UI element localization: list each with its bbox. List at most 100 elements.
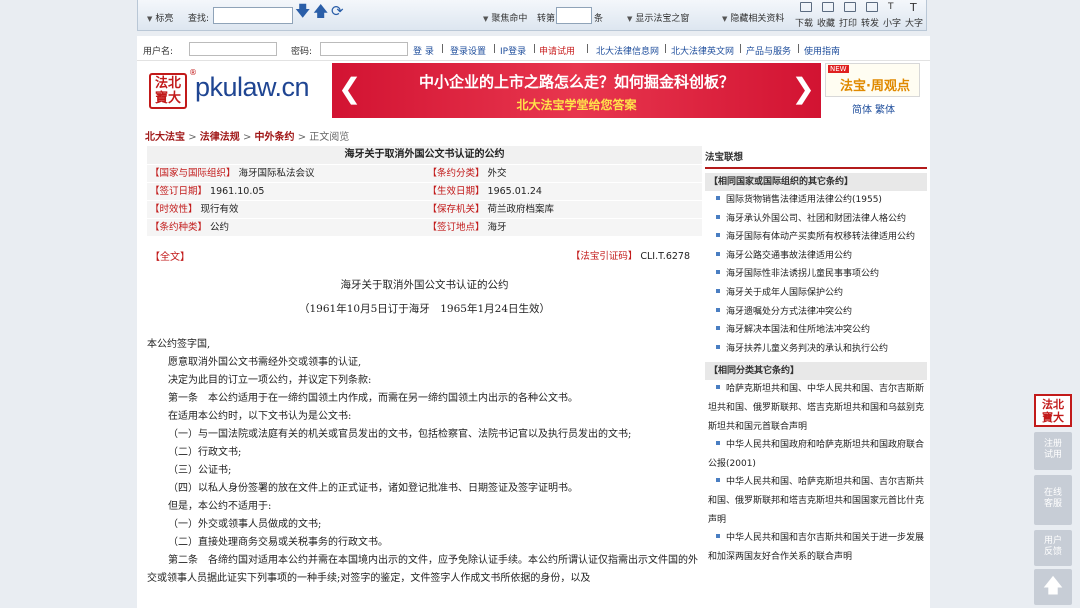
related-treaty-label: 国际货物销售法律适用法律公约(1955) xyxy=(726,195,882,205)
search-label: 查找: xyxy=(188,14,210,24)
breadcrumb-current: 正文阅览 xyxy=(309,132,350,143)
online-service-button[interactable]: 在线 客服 xyxy=(1034,475,1072,525)
jump-input[interactable] xyxy=(556,7,592,24)
divider: | xyxy=(797,44,801,54)
username-label: 用户名: xyxy=(143,47,174,57)
favorite-button[interactable]: 收藏 xyxy=(817,16,835,29)
promo-banner[interactable]: ❮ 中小企业的上市之路怎么走？如何掘金科创板？ 北大法宝学堂给您答案 ❯ xyxy=(332,63,821,118)
print-button[interactable]: 打印 xyxy=(839,16,857,29)
large-font-button[interactable]: 大字 xyxy=(905,16,923,29)
trial-link[interactable]: 申请试用 xyxy=(539,44,575,57)
document-paragraph: （二）行政文书; xyxy=(168,447,242,458)
highlight-toggle[interactable]: ▼ 标亮 xyxy=(147,11,173,24)
print-icon[interactable] xyxy=(844,2,856,12)
back-to-top-icon[interactable]: 🡅 xyxy=(1034,569,1072,605)
related-treaty-label: 海牙关于成年人国际保护公约 xyxy=(726,287,844,298)
related-treaty-label: 海牙公路交通事故法律适用公约 xyxy=(726,250,853,261)
show-window-toggle[interactable]: ▼ 显示法宝之窗 xyxy=(627,11,689,24)
sidebar-sections: 【相同国家或国际组织的其它条约】国际货物销售法律适用法律公约(1955) 海牙承认… xyxy=(705,173,927,566)
document-paragraph: （二）直接处理商务交易或关税事务的行政文书。 xyxy=(168,537,388,548)
breadcrumb-item-home[interactable]: 北大法宝 xyxy=(145,132,185,143)
simplified-chinese-link[interactable]: 简体 xyxy=(852,101,872,116)
related-treaty-label: 中华人民共和国和吉尔吉斯共和国关于进一步发展和加深两国友好合作关系的联合声明 xyxy=(708,533,925,562)
breadcrumb-item-treaties[interactable]: 中外条约 xyxy=(255,132,295,143)
traditional-chinese-link[interactable]: 繁体 xyxy=(875,101,895,116)
password-input[interactable] xyxy=(320,42,408,56)
pkulaw-logo-text[interactable]: pkulaw.cn xyxy=(195,72,310,103)
body-title: 海牙关于取消外国公文书认证的公约 xyxy=(340,279,509,291)
search-up-icon[interactable]: 🡅 xyxy=(313,3,328,19)
pkulaw-float-seal[interactable]: 法北 寶大 xyxy=(1034,394,1072,427)
meta-cell: 【生效日期】 1965.01.24 xyxy=(427,186,542,197)
related-treaty-label: 海牙国际有体动产买卖所有权移转法律适用公约 xyxy=(726,232,916,243)
search-down-icon[interactable]: 🡇 xyxy=(295,3,310,19)
document-paragraph: （四）以私人身份签署的放在文件上的正式证书，诸如登记批准书、日期签证及签字证明书… xyxy=(168,483,578,494)
related-treaty-link[interactable]: 哈萨克斯坦共和国、中华人民共和国、吉尔吉斯斯坦共和国、俄罗斯联邦、塔吉克斯坦共和… xyxy=(705,380,927,436)
download-icon[interactable] xyxy=(800,2,812,12)
meta-row: 【签订日期】 1961.10.05 【生效日期】 1965.01.24 xyxy=(147,183,702,201)
small-font-button[interactable]: 小字 xyxy=(883,16,901,29)
chevron-down-icon: ▼ xyxy=(147,15,153,23)
related-treaty-link[interactable]: 海牙关于成年人国际保护公约 xyxy=(705,284,927,303)
related-treaty-link[interactable]: 海牙承认外国公司、社团和财团法律人格公约 xyxy=(705,210,927,229)
refresh-icon[interactable]: ⟳ xyxy=(331,3,344,19)
document-paragraph: （一）与一国法院或法庭有关的机关或官员发出的文书，包括检察官、法院书记官以及执行… xyxy=(168,429,632,440)
breadcrumb-item-laws[interactable]: 法律法规 xyxy=(200,132,240,143)
related-treaty-link[interactable]: 海牙公路交通事故法律适用公约 xyxy=(705,247,927,266)
related-treaty-link[interactable]: 中华人民共和国和吉尔吉斯共和国关于进一步发展和加深两国友好合作关系的联合声明 xyxy=(705,529,927,566)
hide-related-toggle[interactable]: ▼ 隐藏相关资料 xyxy=(722,11,784,24)
document-paragraph: （一）外交或领事人员做成的文书; xyxy=(168,519,322,530)
document-paragraph: 愿意取消外国公文书需经外交或领事的认证, xyxy=(168,357,362,368)
chevron-down-icon: ▼ xyxy=(483,15,489,23)
small-font-icon: T xyxy=(888,2,894,12)
document-body: 本公约签字国, 愿意取消外国公文书需经外交或领事的认证, 决定为此目的订立一项公约，… xyxy=(147,336,702,588)
forward-button[interactable]: 转发 xyxy=(861,16,879,29)
favorite-icon[interactable] xyxy=(822,2,834,12)
password-label: 密码: xyxy=(291,47,313,57)
meta-cell: 【条约种类】 公约 xyxy=(150,222,230,233)
meta-cell: 【国家与国际组织】 海牙国际私法会议 xyxy=(150,168,315,179)
breadcrumb: 北大法宝 > 法律法规 > 中外条约 > 正文阅览 xyxy=(145,132,350,143)
feedback-button[interactable]: 用户 反馈 xyxy=(1034,530,1072,566)
pkulaw-seal-logo[interactable]: 法北 寶大 xyxy=(149,73,187,109)
forward-icon[interactable] xyxy=(866,2,878,12)
register-trial-button[interactable]: 注册 试用 xyxy=(1034,432,1072,470)
sidebar-section-title: 【相同国家或国际组织的其它条约】 xyxy=(705,173,927,191)
focus-hit-toggle[interactable]: ▼ 聚焦命中 xyxy=(483,11,527,24)
fulltext-link[interactable]: 【全文】 xyxy=(150,248,190,263)
related-treaty-link[interactable]: 中华人民共和国、哈萨克斯坦共和国、吉尔吉斯共和国、俄罗斯联邦和塔吉克斯坦共和国国… xyxy=(705,473,927,529)
related-treaty-label: 中华人民共和国政府和哈萨克斯坦共和国政府联合公报(2001) xyxy=(708,440,925,469)
related-treaty-link[interactable]: 海牙国际性非法诱拐儿童民事事项公约 xyxy=(705,265,927,284)
login-bar: 用户名: 密码: 登 录 | 登录设置 | IP登录 | 申请试用 | 北大法律… xyxy=(137,36,930,61)
bullet-icon xyxy=(716,344,720,349)
meta-row: 【条约种类】 公约 【签订地点】 海牙 xyxy=(147,219,702,237)
weekly-view-banner[interactable]: NEW 法宝·周观点 xyxy=(825,63,920,97)
login-button[interactable]: 登 录 xyxy=(413,44,434,57)
pkulaw-info-link[interactable]: 北大法律信息网 xyxy=(596,44,659,57)
divider: | xyxy=(586,44,590,54)
document-paragraph: 本公约签字国, xyxy=(147,339,211,350)
related-treaty-link[interactable]: 国际货物销售法律适用法律公约(1955) xyxy=(705,191,927,210)
search-input[interactable] xyxy=(213,7,293,24)
document-paragraph: （三）公证书; xyxy=(168,465,232,476)
bullet-icon xyxy=(716,385,720,390)
bullet-icon xyxy=(716,307,720,312)
reader-toolbar: ▼ 标亮 查找: 🡇 🡅 ⟳ ▼ 聚焦命中 转第 条 ▼ 显示法宝之窗 ▼ 隐藏相关资料… xyxy=(137,0,927,31)
related-treaty-link[interactable]: 海牙遗嘱处分方式法律冲突公约 xyxy=(705,303,927,322)
download-button[interactable]: 下载 xyxy=(795,16,813,29)
bullet-icon xyxy=(716,196,720,200)
login-settings-link[interactable]: 登录设置 xyxy=(450,44,486,57)
username-input[interactable] xyxy=(189,42,277,56)
related-treaty-link[interactable]: 海牙扶养儿童义务判决的承认和执行公约 xyxy=(705,340,927,359)
related-treaty-link[interactable]: 海牙国际有体动产买卖所有权移转法律适用公约 xyxy=(705,228,927,247)
meta-row: 【国家与国际组织】 海牙国际私法会议 【条约分类】 外交 xyxy=(147,165,702,183)
bullet-icon xyxy=(716,233,720,238)
banner-next-icon[interactable]: ❯ xyxy=(792,74,815,104)
products-link[interactable]: 产品与服务 xyxy=(746,44,791,57)
pkulaw-english-link[interactable]: 北大法律英文网 xyxy=(671,44,734,57)
ip-login-link[interactable]: IP登录 xyxy=(500,44,526,57)
bullet-icon xyxy=(716,326,720,331)
related-treaty-link[interactable]: 海牙解决本国法和住所地法冲突公约 xyxy=(705,321,927,340)
guide-link[interactable]: 使用指南 xyxy=(804,44,840,57)
related-treaty-link[interactable]: 中华人民共和国政府和哈萨克斯坦共和国政府联合公报(2001) xyxy=(705,436,927,473)
